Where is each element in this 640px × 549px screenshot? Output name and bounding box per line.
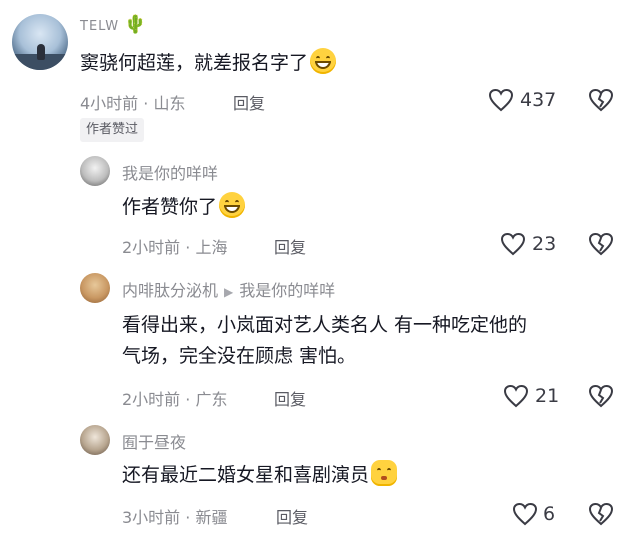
avatar[interactable] (12, 14, 68, 70)
comment-text: 还有最近二婚女星和喜剧演员 (122, 460, 398, 491)
shy-face-emoji (371, 460, 398, 486)
cactus-emoji: 🌵 (124, 14, 148, 35)
broken-heart-icon[interactable] (588, 88, 614, 112)
like-count: 6 (543, 503, 556, 525)
comment-text: 作者赞你了 (122, 192, 246, 223)
comment-username[interactable]: 我是你的咩咩 (122, 160, 218, 184)
author-liked-badge: 作者赞过 (80, 118, 145, 142)
comment-text: 看得出来，小岚面对艺人类名人 有一种吃定他的 气场，完全没在顾虑 害怕。 (122, 314, 528, 367)
comment-username[interactable]: 内啡肽分泌机 ▶ 我是你的咩咩 (122, 277, 335, 301)
heart-icon[interactable] (512, 502, 538, 526)
like-count: 437 (520, 89, 557, 111)
reply-button[interactable]: 回复 (274, 386, 306, 410)
comment-username[interactable]: TELW 🌵 (80, 14, 148, 35)
avatar[interactable] (80, 425, 110, 455)
heart-icon[interactable] (503, 384, 529, 408)
comment-text: 窦骁何超莲，就差报名字了 (80, 48, 337, 79)
heart-icon[interactable] (488, 88, 514, 112)
broken-heart-icon[interactable] (588, 502, 614, 526)
comment-meta: 4小时前 · 山东 (80, 94, 186, 113)
comment-meta: 2小时前 · 上海 (122, 238, 228, 257)
grin-sweat-emoji (310, 48, 337, 74)
reply-button[interactable]: 回复 (274, 234, 306, 258)
triangle-right-icon: ▶ (224, 285, 234, 299)
avatar[interactable] (80, 156, 110, 186)
heart-icon[interactable] (500, 232, 526, 256)
like-count: 23 (532, 233, 557, 255)
broken-heart-icon[interactable] (588, 384, 614, 408)
broken-heart-icon[interactable] (588, 232, 614, 256)
reply-button[interactable]: 回复 (233, 90, 265, 114)
grin-emoji (219, 192, 246, 218)
avatar[interactable] (80, 273, 110, 303)
comment-meta: 3小时前 · 新疆 (122, 508, 228, 527)
comment-username[interactable]: 囿于昼夜 (122, 429, 186, 453)
reply-button[interactable]: 回复 (276, 504, 308, 528)
like-count: 21 (535, 385, 560, 407)
comment-meta: 2小时前 · 广东 (122, 390, 228, 409)
